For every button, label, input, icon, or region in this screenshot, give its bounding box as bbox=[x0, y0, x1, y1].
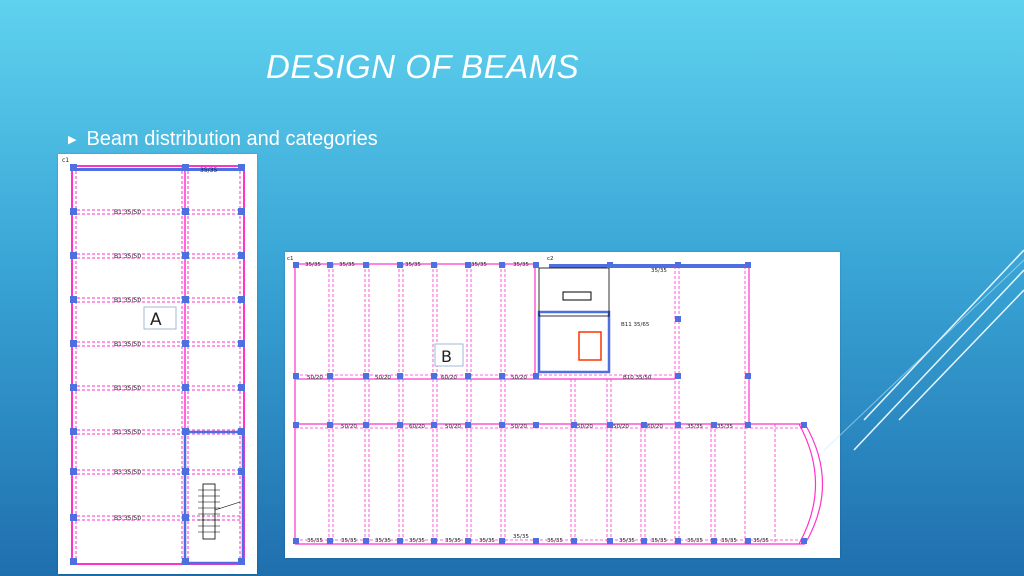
plan-b-bottom-label: 35/35 bbox=[619, 538, 635, 544]
plan-b-bottom-label: 35/35 bbox=[409, 538, 425, 544]
plan-b-mid-label: B10 35/50 bbox=[623, 375, 652, 381]
plan-b-bottom-label: 35/35 bbox=[753, 538, 769, 544]
plan-a-beam-label: B1 35/50 bbox=[114, 385, 141, 392]
plan-b-mid-label: 50/20 bbox=[375, 375, 391, 381]
plan-b-mid-label: 50/20 bbox=[511, 375, 527, 381]
plan-b-row-label: 50/20 bbox=[511, 424, 527, 430]
plan-a-beam-label: B1 35/50 bbox=[114, 429, 141, 436]
plan-b-bottom-label: 35/35 bbox=[651, 538, 667, 544]
plan-b-b11-label: B11 35/65 bbox=[621, 322, 650, 328]
plan-a-col-label: c1 bbox=[62, 157, 69, 164]
plan-a-beam-label: B1 35/50 bbox=[114, 253, 141, 260]
plan-b-bottom-label: 35/35 bbox=[547, 538, 563, 544]
plan-b-row-label: 50/20 bbox=[445, 424, 461, 430]
floor-plan-b-image: B 35/35 35/35 35/35 35/35 35/35 35/35 50… bbox=[285, 252, 840, 558]
bullet-text: Beam distribution and categories bbox=[86, 128, 378, 150]
plan-b-bottom-label: 35/35 bbox=[479, 538, 495, 544]
plan-a-beam-label: B1 35/50 bbox=[114, 297, 141, 304]
bullet-triangle-icon: ▶ bbox=[68, 134, 77, 146]
slide-title: DESIGN OF BEAMS bbox=[266, 48, 580, 85]
plan-b-row-label: 50/20 bbox=[341, 424, 357, 430]
bullet-item: ▶ Beam distribution and categories bbox=[68, 128, 378, 151]
plan-b-top-label: 35/35 bbox=[405, 262, 421, 268]
plan-b-bottom-label: 35/35 bbox=[687, 538, 703, 544]
plan-b-top-label: 35/35 bbox=[305, 262, 321, 268]
plan-b-row-label: 35/35 bbox=[717, 424, 733, 430]
plan-b-bottom-label: 35/35 bbox=[375, 538, 391, 544]
floor-plan-a-image: A 35/35 B1 35/50 B1 35/50 B1 35/50 B1 35… bbox=[58, 154, 257, 574]
plan-b-bottom-label: 35/35 bbox=[721, 538, 737, 544]
plan-b-col-label: c2 bbox=[547, 256, 554, 262]
plan-b-row-label: 35/35 bbox=[687, 424, 703, 430]
plan-b-bottom-label: 35/35 bbox=[445, 538, 461, 544]
plan-b-row-label: 50/20 bbox=[613, 424, 629, 430]
decorative-lines bbox=[824, 249, 1024, 452]
plan-b-bottom-label: 35/35 bbox=[307, 538, 323, 544]
plan-b-label: B bbox=[441, 347, 452, 366]
plan-a-label: A bbox=[150, 310, 162, 330]
plan-a-beam-label: B3 35/50 bbox=[114, 515, 141, 522]
plan-b-top-label: 35/35 bbox=[513, 262, 529, 268]
plan-a-beam-label: B3 35/50 bbox=[114, 469, 141, 476]
plan-b-bottom-label: 35/35 bbox=[341, 538, 357, 544]
plan-b-top-label: 35/35 bbox=[651, 268, 667, 274]
plan-a-beam-label: B1 35/50 bbox=[114, 341, 141, 348]
plan-a-beam-label: B1 35/50 bbox=[114, 209, 141, 216]
plan-b-col-label: c1 bbox=[287, 256, 294, 262]
plan-b-bottom-label: 35/35 bbox=[513, 534, 529, 540]
plan-b-mid-label: 50/20 bbox=[307, 375, 323, 381]
plan-b-mid-label: 60/20 bbox=[441, 375, 457, 381]
plan-b-row-label: 50/20 bbox=[577, 424, 593, 430]
plan-a-top-label: 35/35 bbox=[200, 167, 217, 174]
plan-b-top-label: 35/35 bbox=[339, 262, 355, 268]
plan-b-row-label: 60/20 bbox=[647, 424, 663, 430]
plan-b-top-label: 35/35 bbox=[471, 262, 487, 268]
plan-b-row-label: 60/20 bbox=[409, 424, 425, 430]
